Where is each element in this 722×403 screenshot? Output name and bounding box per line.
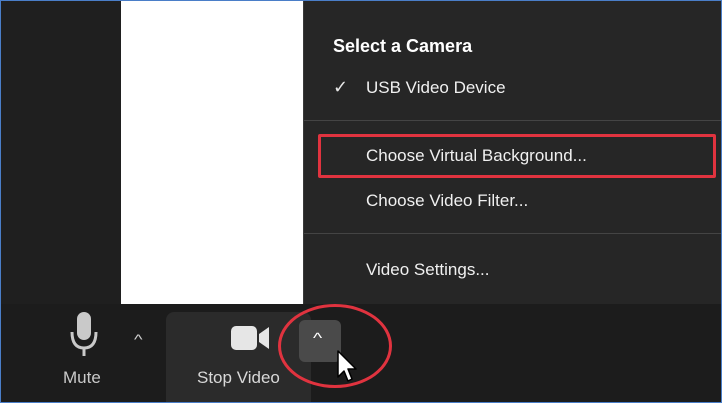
menu-item-choose-video-filter[interactable]: Choose Video Filter... <box>304 184 722 218</box>
audio-options-caret-icon[interactable]: ^ <box>134 331 143 347</box>
stop-video-label: Stop Video <box>197 368 280 387</box>
menu-item-label: Video Settings... <box>366 260 490 279</box>
menu-header: Select a Camera <box>333 36 473 56</box>
microphone-icon <box>70 312 98 356</box>
highlight-annotation-circle <box>278 304 392 388</box>
menu-separator <box>304 233 722 234</box>
video-camera-icon <box>231 326 269 350</box>
mute-label: Mute <box>63 368 101 387</box>
menu-item-label: USB Video Device <box>366 78 506 97</box>
menu-item-label: Choose Video Filter... <box>366 191 529 210</box>
menu-separator <box>304 120 722 121</box>
video-preview <box>121 0 307 306</box>
menu-item-video-settings[interactable]: Video Settings... <box>304 253 722 287</box>
mouse-pointer-icon <box>337 350 357 382</box>
highlight-annotation-box <box>318 134 716 178</box>
checkmark-icon: ✓ <box>333 77 349 97</box>
mute-button[interactable]: Mute <box>50 312 130 392</box>
menu-item-usb-video-device[interactable]: ✓ USB Video Device <box>304 71 722 105</box>
